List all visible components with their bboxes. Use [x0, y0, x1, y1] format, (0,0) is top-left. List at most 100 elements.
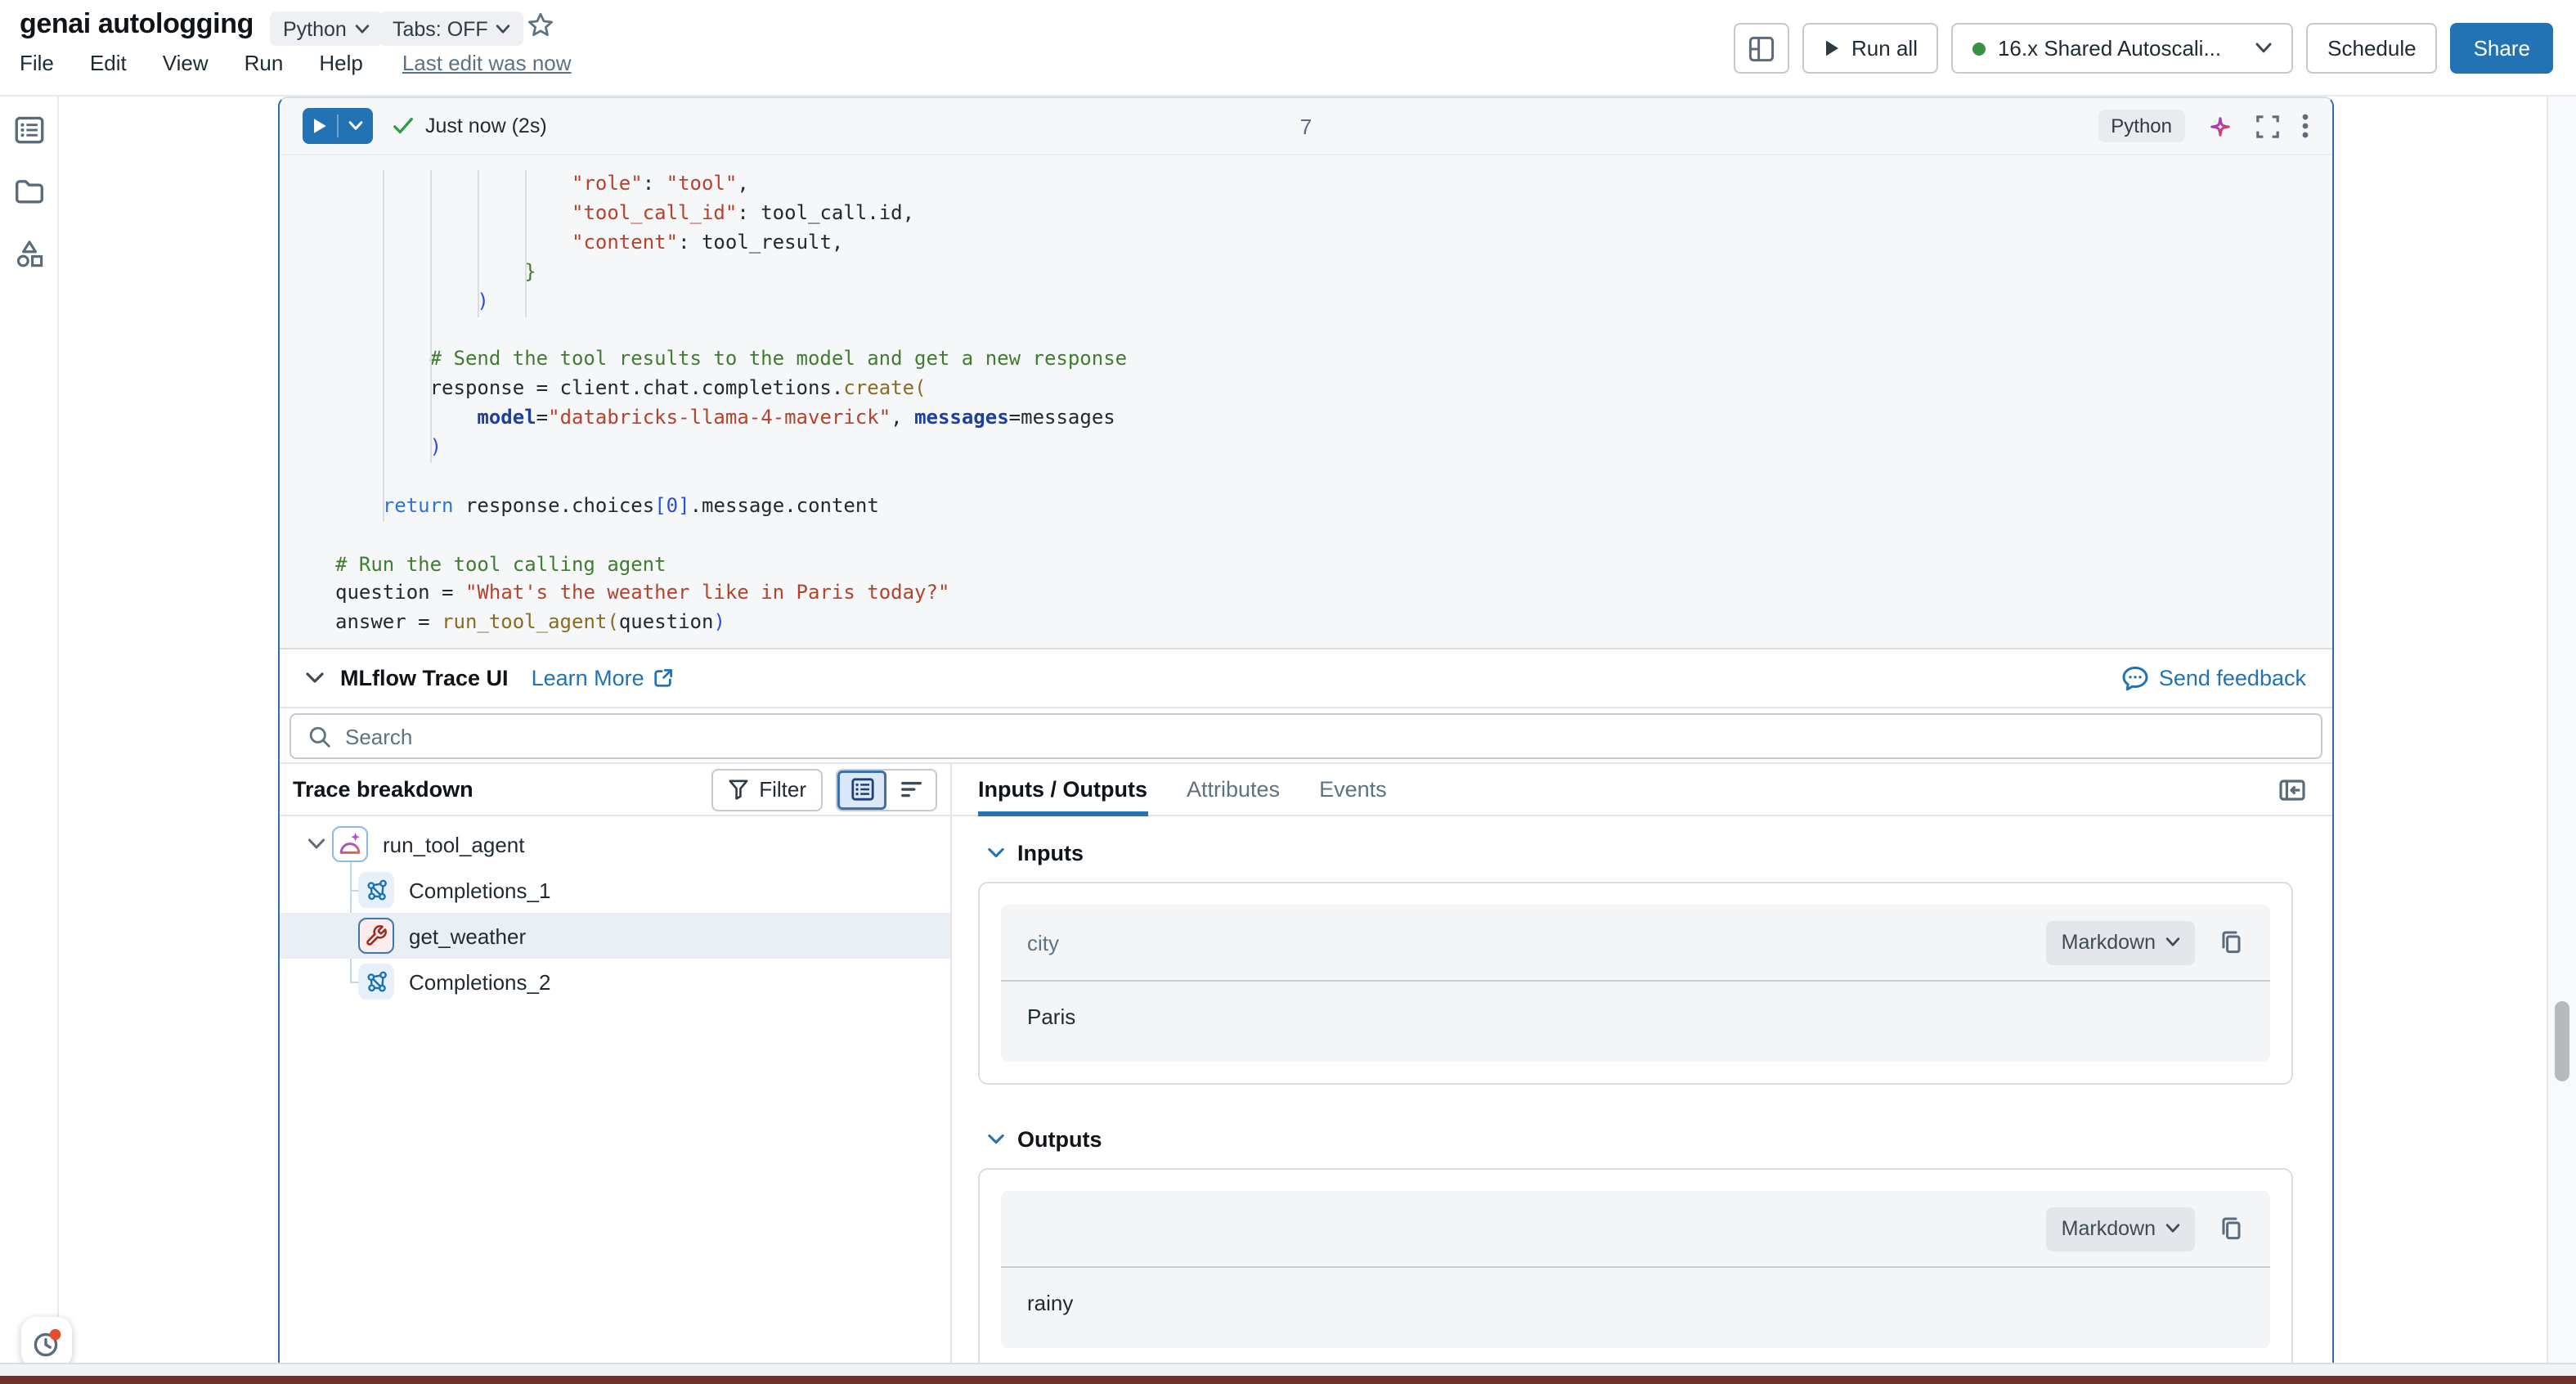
code-editor[interactable]: "role": "tool", "tool_call_id": tool_cal… — [280, 155, 2332, 648]
code-line[interactable]: ) — [335, 287, 2332, 317]
inputs-card-inner: city Markdown — [1001, 905, 2270, 1062]
code-line[interactable] — [335, 521, 2332, 550]
menu-item-help[interactable]: Help — [319, 51, 363, 75]
trace-breakdown-pane: Trace breakdown Filter — [280, 764, 952, 1364]
clock-notification-icon — [30, 1326, 63, 1359]
scrollbar-thumb[interactable] — [2555, 1001, 2569, 1081]
schedule-button[interactable]: Schedule — [2306, 23, 2437, 74]
learn-more-label: Learn More — [532, 666, 644, 690]
trace-panes: Trace breakdown Filter — [280, 764, 2332, 1364]
timeline-view-button[interactable] — [886, 770, 936, 809]
notebook-header: genai autologging Python Tabs: OFF FileE… — [0, 0, 2576, 97]
code-line[interactable] — [335, 317, 2332, 346]
view-toggle — [836, 768, 937, 811]
collapse-output-button[interactable] — [306, 672, 324, 684]
recent-activity-button[interactable] — [21, 1317, 72, 1368]
code-line[interactable]: return response.choices[0].message.conte… — [335, 492, 2332, 522]
inputs-copy-button[interactable] — [2218, 929, 2244, 955]
chevron-down-icon — [2165, 1224, 2180, 1233]
code-line[interactable]: } — [335, 258, 2332, 287]
trace-span-run_tool_agent[interactable]: run_tool_agent — [280, 821, 950, 867]
copy-icon — [2218, 929, 2244, 955]
trace-span-Completions_2[interactable]: Completions_2 — [280, 959, 950, 1004]
collapse-panel-button[interactable] — [2278, 777, 2306, 803]
environment-assets-button[interactable] — [11, 236, 47, 272]
filter-button[interactable]: Filter — [711, 768, 823, 811]
tab-events[interactable]: Events — [1319, 764, 1387, 815]
fullscreen-icon — [2255, 114, 2280, 138]
code-line[interactable]: # Send the tool results to the model and… — [335, 346, 2332, 375]
left-rail — [0, 97, 59, 1363]
cell-language-badge[interactable]: Python — [2098, 110, 2185, 142]
tabs-toggle-label: Tabs: OFF — [393, 17, 488, 40]
trace-search-row — [280, 708, 2332, 764]
cluster-selector[interactable]: 16.x Shared Autoscali... — [1952, 23, 2293, 74]
code-line[interactable]: answer = run_tool_agent(question) — [335, 609, 2332, 639]
list-view-icon — [850, 777, 874, 802]
cell-header: Just now (2s) 7 Python — [280, 98, 2332, 155]
menu-item-view[interactable]: View — [163, 51, 209, 75]
timeline-gantt-icon — [899, 777, 923, 802]
code-line[interactable]: ) — [335, 434, 2332, 463]
outputs-section-header[interactable]: Outputs — [988, 1127, 2293, 1152]
menu-item-run[interactable]: Run — [245, 51, 284, 75]
completions-span-icon — [358, 872, 394, 908]
star-icon — [527, 11, 554, 39]
filter-label: Filter — [759, 777, 806, 802]
cell-menu-button[interactable] — [2301, 113, 2309, 139]
chevron-down-icon — [496, 24, 511, 34]
tool-span-icon — [358, 918, 394, 954]
code-line[interactable]: "content": tool_result, — [335, 229, 2332, 258]
search-input[interactable] — [345, 724, 2304, 748]
run-options-chevron-icon — [339, 108, 373, 144]
cluster-name: 16.x Shared Autoscali... — [1998, 36, 2221, 61]
outputs-card-inner: Markdown — [1001, 1191, 2270, 1348]
code-line[interactable] — [335, 463, 2332, 492]
folder-browser-button[interactable] — [11, 175, 47, 208]
inputs-section: Inputs city Markdown — [978, 841, 2293, 1085]
check-icon — [393, 116, 414, 136]
favorite-star-button[interactable] — [527, 11, 554, 39]
trace-search-box — [289, 713, 2322, 759]
maximize-cell-button[interactable] — [2255, 114, 2280, 138]
tree-view-button[interactable] — [837, 770, 886, 809]
cluster-status-dot — [1973, 42, 1986, 55]
play-icon — [303, 108, 337, 144]
cell-status-text: Just now (2s) — [425, 115, 547, 137]
tab-attributes[interactable]: Attributes — [1187, 764, 1280, 815]
scrollbar-track[interactable] — [2547, 97, 2576, 1376]
code-line[interactable]: question = "What's the weather like in P… — [335, 580, 2332, 609]
learn-more-link[interactable]: Learn More — [532, 666, 674, 690]
trace-span-get_weather[interactable]: get_weather — [280, 913, 950, 959]
share-button[interactable]: Share — [2451, 23, 2553, 74]
code-line[interactable]: "tool_call_id": tool_call.id, — [335, 200, 2332, 229]
send-feedback-link[interactable]: Send feedback — [2121, 665, 2306, 691]
inputs-format-dropdown[interactable]: Markdown — [2047, 920, 2195, 964]
outputs-copy-button[interactable] — [2218, 1215, 2244, 1242]
feedback-bubble-icon — [2121, 665, 2149, 691]
language-dropdown[interactable]: Python — [270, 11, 383, 46]
mlflow-trace-header: MLflow Trace UI Learn More Send feedback — [280, 649, 2332, 708]
outputs-format-dropdown[interactable]: Markdown — [2047, 1207, 2195, 1251]
trace-span-Completions_1[interactable]: Completions_1 — [280, 867, 950, 913]
chevron-down-icon — [988, 1134, 1004, 1145]
code-line[interactable]: response = client.chat.completions.creat… — [335, 375, 2332, 404]
table-of-contents-button[interactable] — [11, 113, 47, 147]
last-edit-link[interactable]: Last edit was now — [402, 51, 572, 75]
inputs-section-header[interactable]: Inputs — [988, 841, 2293, 865]
menu-item-edit[interactable]: Edit — [90, 51, 127, 75]
language-dropdown-label: Python — [283, 17, 347, 40]
run-all-button[interactable]: Run all — [1802, 23, 1939, 74]
code-line[interactable]: # Run the tool calling agent — [335, 550, 2332, 580]
layout-panels-button[interactable] — [1734, 23, 1789, 74]
assistant-button[interactable] — [2206, 112, 2234, 140]
tabs-toggle-dropdown[interactable]: Tabs: OFF — [379, 11, 524, 46]
outputs-card-header: Markdown — [1001, 1191, 2270, 1266]
schedule-label: Schedule — [2327, 36, 2416, 61]
tab-inputs-outputs[interactable]: Inputs / Outputs — [978, 764, 1147, 815]
code-line[interactable]: "role": "tool", — [335, 170, 2332, 200]
code-line[interactable]: model="databricks-llama-4-maverick", mes… — [335, 404, 2332, 434]
menu-item-file[interactable]: File — [20, 51, 54, 75]
run-cell-button[interactable] — [303, 108, 373, 144]
tree-expander-chevron-icon[interactable] — [299, 838, 332, 851]
